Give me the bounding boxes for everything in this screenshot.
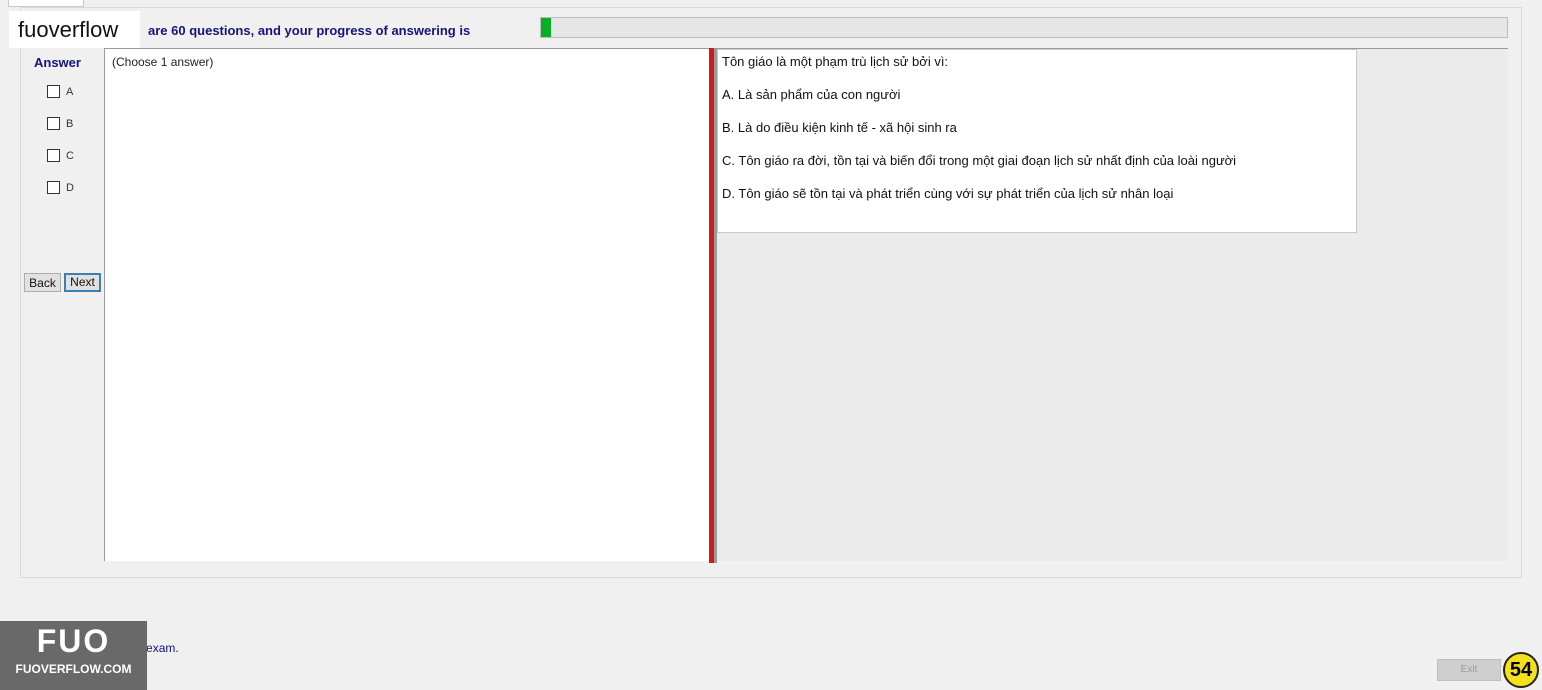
brand-label: fuoverflow	[9, 11, 140, 48]
answer-a-checkbox[interactable]	[47, 85, 60, 99]
watermark-logo-text: FUO	[36, 623, 111, 659]
question-choice-d: D. Tôn giáo sẽ tồn tại và phát triển cùn…	[722, 186, 1174, 201]
answer-b-label: B	[66, 117, 74, 130]
progress-bar	[540, 17, 1508, 38]
back-button[interactable]: Back	[24, 273, 61, 292]
answer-option-c[interactable]: C	[47, 147, 87, 163]
exit-button[interactable]: Exit	[1437, 659, 1501, 681]
watermark-logo: FUO FUOVERFLOW.COM	[0, 621, 147, 690]
answer-d-checkbox[interactable]	[47, 181, 60, 195]
answer-a-label: A	[66, 85, 74, 98]
question-choice-a: A. Là sản phẩm của con người	[722, 87, 901, 102]
answer-option-b[interactable]: B	[47, 115, 87, 131]
progress-text: are 60 questions, and your progress of a…	[148, 23, 471, 38]
question-stem: Tôn giáo là một phạm trù lịch sử bởi vì:	[722, 54, 949, 69]
question-area: Tôn giáo là một phạm trù lịch sử bởi vì:…	[717, 48, 1508, 561]
question-choice-c: C. Tôn giáo ra đời, tồn tại và biến đổi …	[722, 153, 1237, 168]
question-box: Tôn giáo là một phạm trù lịch sử bởi vì:…	[717, 49, 1357, 233]
answer-pane[interactable]: (Choose 1 answer)	[104, 48, 709, 561]
watermark-logo-site: FUOVERFLOW.COM	[15, 662, 132, 676]
page-badge: 54	[1503, 652, 1539, 688]
answer-b-checkbox[interactable]	[47, 117, 60, 131]
progress-bar-fill	[541, 18, 551, 37]
answer-option-d[interactable]: D	[47, 179, 87, 195]
next-button[interactable]: Next	[64, 273, 101, 292]
window-tab[interactable]	[8, 0, 84, 7]
answer-c-label: C	[66, 149, 74, 162]
answer-option-a[interactable]: A	[47, 83, 87, 99]
choose-instruction: (Choose 1 answer)	[112, 55, 214, 69]
answer-d-label: D	[66, 181, 74, 194]
answer-c-checkbox[interactable]	[47, 149, 60, 163]
answer-title: Answer	[34, 55, 81, 70]
question-choice-b: B. Là do điều kiện kinh tế - xã hội sinh…	[722, 120, 957, 135]
